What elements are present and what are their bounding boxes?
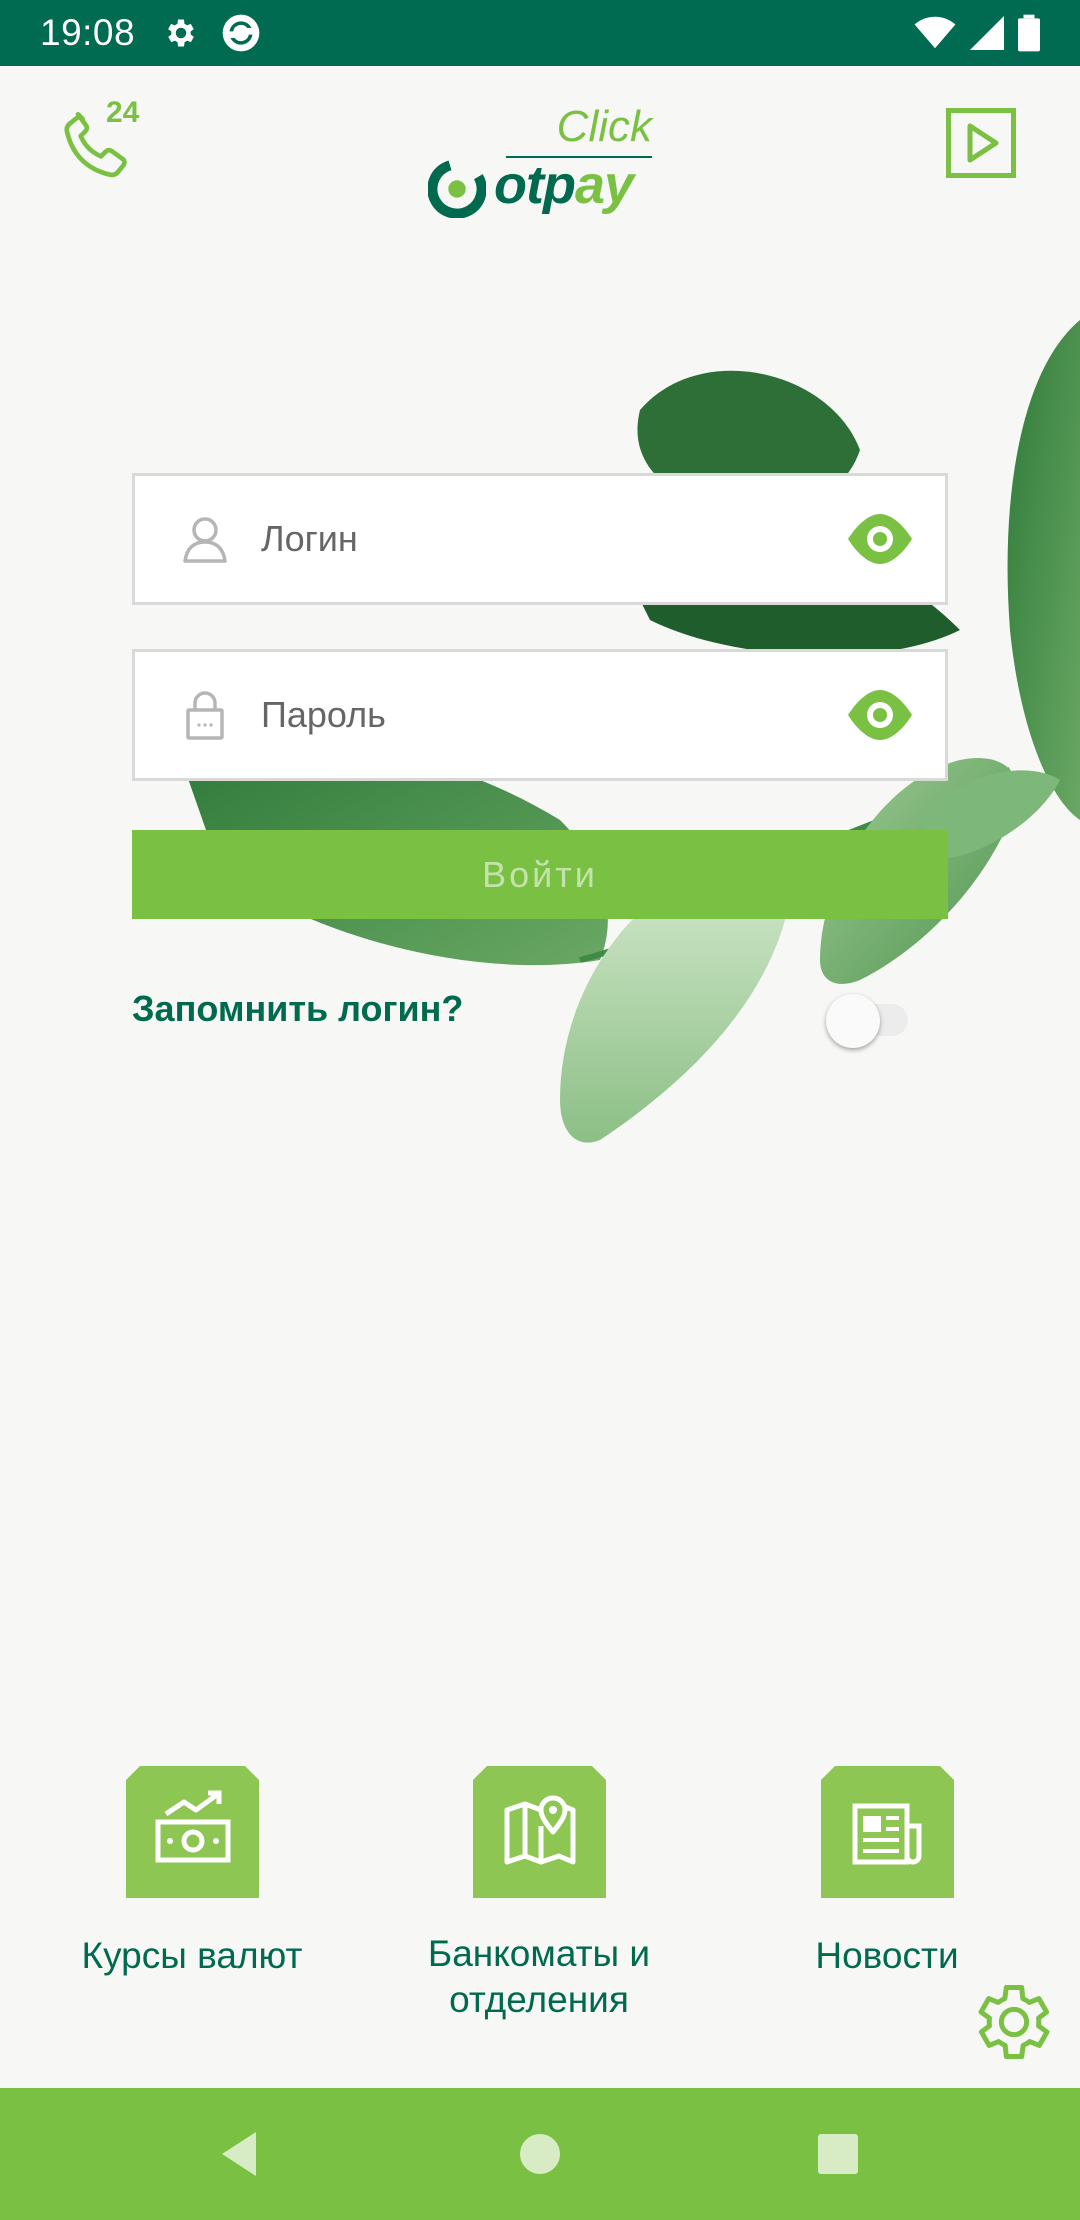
hotline-badge: 24 [106, 96, 140, 129]
login-input[interactable] [261, 476, 845, 602]
logo-click-text: Click [556, 102, 652, 151]
password-field[interactable] [132, 649, 948, 781]
home-icon[interactable] [510, 2124, 570, 2184]
video-guide-button[interactable] [946, 108, 1016, 178]
video-play-icon [946, 108, 1016, 178]
settings-icon [168, 19, 194, 47]
login-field[interactable] [132, 473, 948, 605]
password-input[interactable] [261, 652, 845, 778]
signal-icon [970, 16, 1004, 50]
remember-login-label: Запомнить логин? [132, 988, 464, 1029]
logo-brand-text: otpay [494, 155, 634, 215]
otp-logo-mark-icon [428, 160, 486, 218]
system-navigation-bar [0, 2088, 1080, 2220]
wifi-icon [914, 16, 956, 49]
lock-icon [186, 691, 224, 740]
settings-gear-icon[interactable] [968, 1976, 1060, 2068]
quick-link-label: Банкоматы и отделения [427, 1933, 651, 2020]
eye-icon[interactable] [845, 680, 915, 750]
eye-icon[interactable] [845, 504, 915, 574]
quick-link-news[interactable]: Новости [727, 1766, 1047, 1979]
status-bar: 19:08 [0, 0, 1080, 66]
back-icon[interactable] [210, 2124, 270, 2184]
otpay-click-logo: Click otpay [420, 100, 660, 220]
quick-link-currency-rates[interactable]: Курсы валют [32, 1766, 352, 1979]
remember-login-toggle[interactable] [826, 990, 918, 1048]
user-icon [183, 517, 227, 563]
sync-icon [222, 14, 260, 52]
toggle-thumb [826, 994, 880, 1048]
quick-link-atms-branches[interactable]: Банкоматы и отделения [379, 1766, 699, 2023]
newspaper-icon [820, 1766, 954, 1898]
currency-rates-icon [125, 1766, 259, 1898]
quick-link-label: Курсы валют [81, 1935, 303, 1976]
status-time: 19:08 [40, 12, 136, 53]
quick-link-label: Новости [815, 1935, 959, 1976]
recent-apps-icon[interactable] [808, 2124, 868, 2184]
map-pin-icon [472, 1766, 606, 1898]
battery-icon [1018, 14, 1040, 52]
login-button[interactable]: Войти [132, 830, 948, 919]
hotline-button[interactable]: 24 [56, 96, 156, 186]
